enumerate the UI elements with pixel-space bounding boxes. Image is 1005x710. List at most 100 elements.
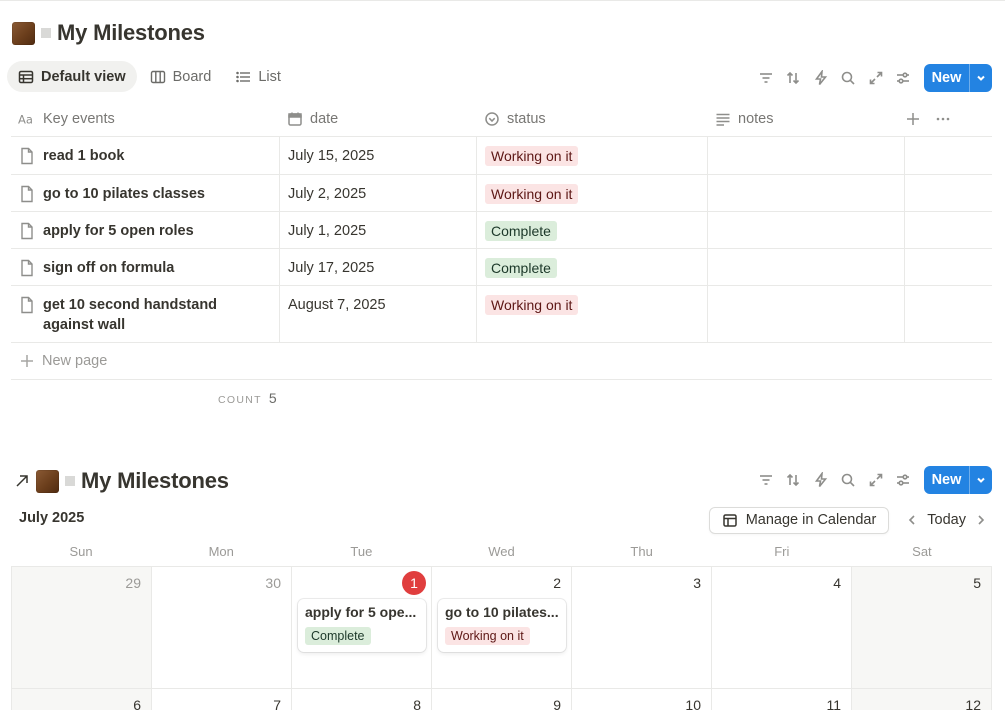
automation-button[interactable] bbox=[807, 467, 835, 493]
cell-date[interactable]: July 2, 2025 bbox=[280, 175, 477, 211]
table-toolbar: New bbox=[752, 64, 992, 92]
cell-notes[interactable] bbox=[708, 249, 905, 285]
calendar-database-title[interactable]: My Milestones bbox=[14, 466, 229, 496]
search-icon bbox=[841, 473, 855, 487]
new-dropdown-button[interactable] bbox=[969, 64, 992, 92]
column-header-key-events[interactable]: Aa Key events bbox=[11, 101, 280, 136]
cell-notes[interactable] bbox=[708, 175, 905, 211]
expand-button[interactable] bbox=[862, 65, 890, 91]
new-page-button[interactable]: New page bbox=[11, 343, 992, 380]
cell-notes[interactable] bbox=[708, 286, 905, 342]
new-button-label[interactable]: New bbox=[924, 64, 969, 92]
calendar-day[interactable]: 3 bbox=[572, 567, 712, 689]
cell-date[interactable]: August 7, 2025 bbox=[280, 286, 477, 342]
expand-button[interactable] bbox=[862, 467, 890, 493]
new-button-label[interactable]: New bbox=[924, 466, 969, 494]
more-options-icon[interactable] bbox=[935, 111, 951, 127]
cell-empty bbox=[905, 137, 992, 174]
cell-notes[interactable] bbox=[708, 137, 905, 174]
new-button[interactable]: New bbox=[924, 466, 992, 494]
table-row[interactable]: apply for 5 open roles July 1, 2025 Comp… bbox=[11, 212, 992, 249]
event-title: apply for 5 ope... bbox=[305, 604, 417, 620]
calendar-day[interactable]: 8 bbox=[292, 689, 432, 710]
calendar-month-label: July 2025 bbox=[19, 510, 85, 526]
today-button[interactable]: Today bbox=[923, 512, 970, 528]
calendar-day[interactable]: 10 bbox=[572, 689, 712, 710]
cell-empty bbox=[905, 249, 992, 285]
calendar-day[interactable]: 7 bbox=[152, 689, 292, 710]
next-month-button[interactable] bbox=[970, 514, 992, 526]
previous-month-button[interactable] bbox=[901, 514, 923, 526]
table-row[interactable]: go to 10 pilates classes July 2, 2025 Wo… bbox=[11, 175, 992, 212]
page-title: My Milestones bbox=[57, 20, 205, 45]
cell-status[interactable]: Complete bbox=[477, 212, 708, 248]
weekday-label: Mon bbox=[208, 544, 234, 559]
view-tabs: Default view Board List bbox=[7, 61, 292, 92]
weekday-header: Sun Mon Tue Wed Thu Fri Sat bbox=[11, 542, 992, 562]
cell-date[interactable]: July 17, 2025 bbox=[280, 249, 477, 285]
search-button[interactable] bbox=[835, 65, 863, 91]
status-badge: Working on it bbox=[485, 184, 579, 204]
cell-status[interactable]: Working on it bbox=[477, 286, 708, 342]
calendar-day[interactable]: 1 apply for 5 ope... Complete bbox=[292, 567, 432, 689]
calendar-day[interactable]: 12 bbox=[852, 689, 992, 710]
cell-date[interactable]: July 15, 2025 bbox=[280, 137, 477, 174]
view-settings-button[interactable] bbox=[890, 467, 918, 493]
calendar-app-icon bbox=[722, 514, 737, 527]
table-row[interactable]: get 10 second handstand against wall Aug… bbox=[11, 286, 992, 343]
day-number: 30 bbox=[265, 575, 281, 591]
cell-notes[interactable] bbox=[708, 212, 905, 248]
cell-date[interactable]: July 1, 2025 bbox=[280, 212, 477, 248]
calendar-event-card[interactable]: go to 10 pilates... Working on it bbox=[438, 599, 566, 652]
calendar-day[interactable]: 11 bbox=[712, 689, 852, 710]
page-title: My Milestones bbox=[81, 468, 229, 493]
filter-button[interactable] bbox=[752, 65, 780, 91]
text-type-icon: Aa bbox=[18, 112, 33, 126]
cell-key-event[interactable]: sign off on formula bbox=[11, 249, 280, 285]
cell-key-event[interactable]: go to 10 pilates classes bbox=[11, 175, 280, 211]
calendar-day[interactable]: 30 bbox=[152, 567, 292, 689]
day-number: 5 bbox=[973, 575, 981, 591]
tab-default-view[interactable]: Default view bbox=[7, 61, 137, 92]
column-label: date bbox=[310, 110, 339, 127]
calendar-event-card[interactable]: apply for 5 ope... Complete bbox=[298, 599, 426, 652]
sort-button[interactable] bbox=[780, 65, 808, 91]
cell-status[interactable]: Working on it bbox=[477, 175, 708, 211]
status-badge: Working on it bbox=[485, 146, 579, 166]
expand-icon bbox=[869, 473, 883, 487]
view-settings-button[interactable] bbox=[890, 65, 918, 91]
filter-button[interactable] bbox=[752, 467, 780, 493]
table-row[interactable]: read 1 book July 15, 2025 Working on it bbox=[11, 137, 992, 175]
tab-board[interactable]: Board bbox=[139, 61, 223, 92]
table-row[interactable]: sign off on formula July 17, 2025 Comple… bbox=[11, 249, 992, 286]
calendar-day[interactable]: 9 bbox=[432, 689, 572, 710]
manage-in-calendar-button[interactable]: Manage in Calendar bbox=[708, 506, 890, 534]
search-button[interactable] bbox=[835, 467, 863, 493]
calendar-day[interactable]: 29 bbox=[12, 567, 152, 689]
calendar-day[interactable]: 6 bbox=[12, 689, 152, 710]
cell-key-event[interactable]: read 1 book bbox=[11, 137, 280, 174]
tab-list[interactable]: List bbox=[224, 61, 292, 92]
add-column-icon[interactable] bbox=[905, 111, 921, 127]
column-header-notes[interactable]: notes bbox=[708, 101, 905, 136]
column-header-date[interactable]: date bbox=[280, 101, 477, 136]
calendar-day[interactable]: 4 bbox=[712, 567, 852, 689]
event-name: read 1 book bbox=[43, 148, 125, 164]
cell-status[interactable]: Working on it bbox=[477, 137, 708, 174]
calendar-controls: Manage in Calendar Today bbox=[708, 506, 992, 534]
count-summary[interactable]: COUNT 5 bbox=[218, 390, 277, 406]
cell-key-event[interactable]: get 10 second handstand against wall bbox=[11, 286, 280, 342]
column-label: status bbox=[507, 110, 546, 127]
table-database-title[interactable]: My Milestones bbox=[12, 18, 205, 48]
calendar-day[interactable]: 5 bbox=[852, 567, 992, 689]
cell-status[interactable]: Complete bbox=[477, 249, 708, 285]
sort-button[interactable] bbox=[780, 467, 808, 493]
automation-button[interactable] bbox=[807, 65, 835, 91]
chevron-down-icon bbox=[977, 75, 985, 81]
new-button[interactable]: New bbox=[924, 64, 992, 92]
table-header: Aa Key events date status notes bbox=[11, 101, 992, 137]
new-dropdown-button[interactable] bbox=[969, 466, 992, 494]
cell-key-event[interactable]: apply for 5 open roles bbox=[11, 212, 280, 248]
calendar-day[interactable]: 2 go to 10 pilates... Working on it bbox=[432, 567, 572, 689]
column-header-status[interactable]: status bbox=[477, 101, 708, 136]
